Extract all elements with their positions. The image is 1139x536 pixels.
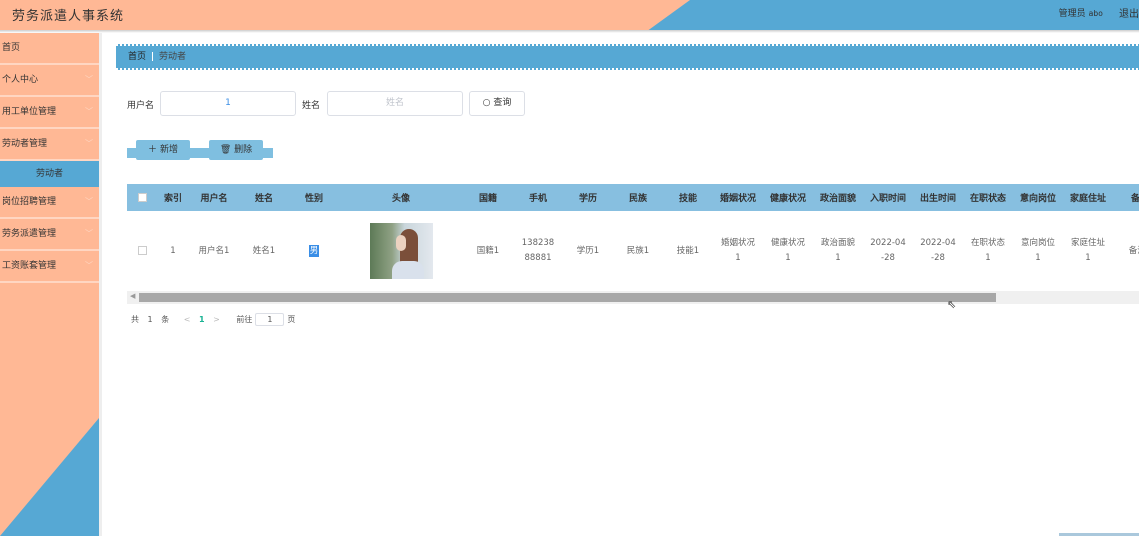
sidebar-item-salary-management[interactable]: 工资账套管理 ﹀ (0, 251, 99, 283)
table-header-row: 索引 用户名 姓名 性别 头像 国籍 手机 学历 民族 技能 婚姻状况 健康状况… (127, 184, 1139, 211)
next-page-button[interactable]: > (213, 315, 220, 324)
cell-intended-post: 意向岗位1 (1020, 238, 1055, 263)
query-button[interactable]: ○ 查询 (469, 91, 525, 116)
cell-remark: 备注1 (1128, 245, 1139, 256)
sidebar-item-dispatch-management[interactable]: 劳务派遣管理 ﹀ (0, 219, 99, 251)
plus-icon: ＋ (148, 145, 158, 155)
add-button[interactable]: ＋ 新增 (136, 140, 190, 160)
col-header[interactable]: 在职状态 (963, 184, 1013, 211)
col-header[interactable]: 国籍 (463, 184, 513, 211)
top-header: 劳务派遣人事系统 管理员 abo 退出 (0, 0, 1139, 30)
cell-address: 家庭住址1 (1070, 238, 1105, 263)
breadcrumb-home[interactable]: 首页 (128, 52, 146, 62)
sidebar-item-employer-management[interactable]: 用工单位管理 ﹀ (0, 97, 99, 129)
page-1[interactable]: 1 (199, 315, 205, 324)
app-title: 劳务派遣人事系统 (12, 9, 125, 24)
sidebar: 首页 个人中心 ﹀ 用工单位管理 ﹀ 劳动者管理 ﹀ 劳动者 岗位招聘管理 ﹀ 劳务派遣… (0, 33, 99, 536)
scrollbar-thumb[interactable] (139, 293, 996, 302)
cell-education: 学历1 (576, 245, 600, 256)
sidebar-item-personal-center[interactable]: 个人中心 ﹀ (0, 65, 99, 97)
sidebar-item-workers[interactable]: 劳动者 (0, 161, 99, 187)
cell-username: 用户名1 (198, 245, 230, 256)
chevron-down-icon: ﹀ (85, 261, 93, 270)
user-role: 管理员 (1058, 9, 1086, 19)
sidebar-item-home[interactable]: 首页 (0, 33, 99, 65)
col-header[interactable]: 头像 (339, 184, 463, 211)
current-user: 管理员 abo (1059, 6, 1103, 19)
cell-phone: 13823888881 (521, 238, 555, 263)
prev-page-button[interactable]: < (184, 315, 191, 324)
col-header[interactable]: 婚姻状况 (713, 184, 763, 211)
cell-index: 1 (170, 245, 176, 256)
cell-skill: 技能1 (676, 245, 700, 256)
sidebar-item-worker-management[interactable]: 劳动者管理 ﹀ (0, 129, 99, 161)
sidebar-item-recruitment-management[interactable]: 岗位招聘管理 ﹀ (0, 187, 99, 219)
cell-health: 健康状况1 (770, 238, 805, 263)
page-suffix: 页 (287, 315, 296, 324)
cell-name: 姓名1 (252, 245, 276, 256)
logout-button[interactable]: 退出 (1119, 5, 1139, 20)
cell-marital: 婚姻状况1 (720, 238, 755, 263)
username-input[interactable]: 1 (160, 91, 296, 116)
search-icon: ○ (482, 98, 491, 108)
trash-icon: 🗑 (219, 145, 232, 155)
chevron-down-icon: ﹀ (85, 75, 93, 84)
table-row[interactable]: 1 用户名1 姓名1 男 国籍1 13823888881 学历1 民族1 技能1… (127, 211, 1139, 291)
col-header[interactable]: 索引 (157, 184, 189, 211)
cell-nationality: 国籍1 (476, 245, 500, 256)
col-header[interactable]: 出生时间 (913, 184, 963, 211)
cell-birth-date: 2022-04-28 (920, 238, 956, 263)
chevron-down-icon: ﹀ (85, 229, 93, 238)
total-count: 共 1 条 (131, 315, 170, 324)
name-input[interactable]: 姓名 (327, 91, 463, 116)
cell-gender: 男 (308, 244, 320, 257)
col-header[interactable]: 技能 (663, 184, 713, 211)
col-header[interactable]: 手机 (513, 184, 563, 211)
col-header[interactable]: 健康状况 (763, 184, 813, 211)
chevron-down-icon: ﹀ (85, 107, 93, 116)
pagination: 共 1 条 < 1 > 前往 1 页 (131, 313, 301, 326)
row-checkbox[interactable] (137, 245, 147, 255)
col-header[interactable]: 家庭住址 (1063, 184, 1113, 211)
cell-employment-status: 在职状态1 (970, 238, 1005, 263)
cell-ethnicity: 民族1 (626, 245, 650, 256)
col-header[interactable]: 用户名 (189, 184, 239, 211)
goto-label: 前往 (236, 315, 253, 324)
chevron-down-icon: ﹀ (85, 139, 93, 148)
col-header[interactable]: 备注 (1113, 184, 1139, 211)
col-header[interactable]: 民族 (613, 184, 663, 211)
breadcrumb: 首页 劳动者 (116, 44, 1139, 70)
username-label: 用户名 (127, 101, 155, 111)
col-header[interactable]: 入职时间 (863, 184, 913, 211)
horizontal-scrollbar[interactable]: ◀ (127, 291, 1139, 304)
col-header[interactable]: 意向岗位 (1013, 184, 1063, 211)
col-header[interactable]: 姓名 (239, 184, 289, 211)
cell-political: 政治面貌1 (820, 238, 855, 263)
mouse-cursor-icon: ⇖ (947, 298, 957, 311)
chevron-down-icon: ﹀ (85, 197, 93, 206)
avatar-image (369, 223, 433, 279)
breadcrumb-current: 劳动者 (159, 52, 187, 62)
workers-table: 索引 用户名 姓名 性别 头像 国籍 手机 学历 民族 技能 婚姻状况 健康状况… (127, 184, 1139, 291)
scroll-left-icon[interactable]: ◀ (130, 292, 135, 300)
username: abo (1088, 9, 1103, 18)
select-all-checkbox[interactable] (137, 192, 147, 202)
name-label: 姓名 (302, 101, 321, 111)
delete-button[interactable]: 🗑 删除 (209, 140, 263, 160)
goto-page-input[interactable]: 1 (255, 313, 285, 326)
col-header[interactable]: 学历 (563, 184, 613, 211)
col-header[interactable]: 政治面貌 (813, 184, 863, 211)
col-header[interactable]: 性别 (289, 184, 339, 211)
cell-hire-date: 2022-04-28 (870, 238, 906, 263)
